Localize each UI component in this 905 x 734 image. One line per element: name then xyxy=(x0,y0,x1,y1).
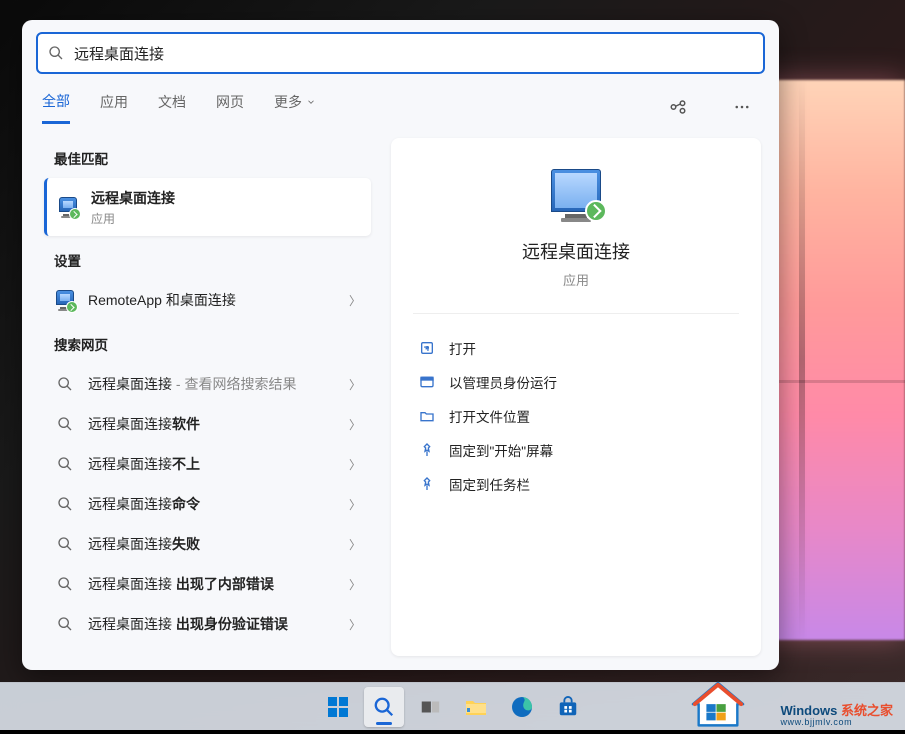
chevron-right-icon: 〉 xyxy=(349,576,361,593)
action-pin-to-taskbar[interactable]: 固定到任务栏 xyxy=(413,468,739,500)
chevron-right-icon: 〉 xyxy=(349,376,361,393)
web-result[interactable]: 远程桌面连接软件〉 xyxy=(44,404,371,444)
search-icon xyxy=(54,573,76,595)
rdp-app-icon xyxy=(57,196,79,218)
search-bar[interactable] xyxy=(36,32,765,74)
chevron-right-icon: 〉 xyxy=(349,456,361,473)
edge-icon xyxy=(510,695,534,719)
search-icon xyxy=(54,533,76,555)
best-match-text: 远程桌面连接 应用 xyxy=(91,188,361,227)
chevron-right-icon: 〉 xyxy=(349,536,361,553)
taskbar-search-button[interactable] xyxy=(364,687,404,727)
tab-more[interactable]: 更多 xyxy=(274,92,316,122)
result-label: RemoteApp 和桌面连接 xyxy=(88,290,349,310)
share-control-icon[interactable] xyxy=(661,90,695,124)
chevron-right-icon: 〉 xyxy=(349,416,361,433)
best-match-result[interactable]: 远程桌面连接 应用 xyxy=(44,178,371,236)
settings-result-remoteapp[interactable]: RemoteApp 和桌面连接 〉 xyxy=(44,280,371,320)
watermark-house-icon xyxy=(689,679,747,729)
tab-apps[interactable]: 应用 xyxy=(100,92,128,122)
action-open-file-location[interactable]: 打开文件位置 xyxy=(413,400,739,432)
detail-pane: 远程桌面连接 应用 打开 以管理员身份运行 打开文件位置 xyxy=(377,124,779,670)
section-settings: 设置 xyxy=(54,250,371,270)
taskbar-taskview-button[interactable] xyxy=(410,687,450,727)
taskbar-store-button[interactable] xyxy=(548,687,588,727)
web-result[interactable]: 远程桌面连接命令〉 xyxy=(44,484,371,524)
result-label: 远程桌面连接失败 xyxy=(88,534,349,554)
search-icon xyxy=(54,613,76,635)
action-label: 固定到"开始"屏幕 xyxy=(449,440,553,460)
chevron-right-icon: 〉 xyxy=(349,616,361,633)
wallpaper-divider-v xyxy=(799,80,805,640)
open-icon xyxy=(419,340,435,356)
web-result[interactable]: 远程桌面连接 出现身份验证错误〉 xyxy=(44,604,371,644)
search-icon xyxy=(54,413,76,435)
action-open[interactable]: 打开 xyxy=(413,332,739,364)
results-list: 最佳匹配 远程桌面连接 应用 设置 RemoteApp 和桌面连接 〉 搜索网页 xyxy=(22,124,377,670)
detail-subtitle: 应用 xyxy=(563,270,589,289)
filter-tabs: 全部 应用 文档 网页 更多 xyxy=(22,80,779,124)
folder-icon xyxy=(464,695,488,719)
search-icon xyxy=(54,453,76,475)
detail-title: 远程桌面连接 xyxy=(522,238,630,264)
taskbar xyxy=(0,682,905,730)
shield-admin-icon xyxy=(419,374,435,390)
start-search-panel: 全部 应用 文档 网页 更多 最佳匹配 远程桌面连接 应用 设置 xyxy=(22,20,779,670)
pin-icon xyxy=(419,442,435,458)
taskbar-explorer-button[interactable] xyxy=(456,687,496,727)
result-label: 远程桌面连接命令 xyxy=(88,494,349,514)
taskbar-start-button[interactable] xyxy=(318,687,358,727)
result-label: 远程桌面连接 出现了内部错误 xyxy=(88,574,349,594)
tab-docs[interactable]: 文档 xyxy=(158,92,186,122)
more-options-icon[interactable] xyxy=(725,90,759,124)
taskview-icon xyxy=(419,696,441,718)
section-web: 搜索网页 xyxy=(54,334,371,354)
detail-card: 远程桌面连接 应用 打开 以管理员身份运行 打开文件位置 xyxy=(391,138,761,656)
web-result[interactable]: 远程桌面连接不上〉 xyxy=(44,444,371,484)
chevron-down-icon xyxy=(306,97,316,107)
action-label: 打开 xyxy=(449,338,476,358)
search-icon xyxy=(54,493,76,515)
folder-icon xyxy=(419,408,435,424)
web-result[interactable]: 远程桌面连接 出现了内部错误〉 xyxy=(44,564,371,604)
search-icon xyxy=(54,373,76,395)
windows-logo-icon xyxy=(326,695,350,719)
chevron-right-icon: 〉 xyxy=(349,496,361,513)
result-label: 远程桌面连接 - 查看网络搜索结果 xyxy=(88,374,349,394)
action-run-as-admin[interactable]: 以管理员身份运行 xyxy=(413,366,739,398)
action-list: 打开 以管理员身份运行 打开文件位置 固定到"开始"屏幕 xyxy=(413,332,739,500)
result-label: 远程桌面连接不上 xyxy=(88,454,349,474)
section-best-match: 最佳匹配 xyxy=(54,148,371,168)
tab-web[interactable]: 网页 xyxy=(216,92,244,122)
search-icon xyxy=(373,696,395,718)
web-result[interactable]: 远程桌面连接 - 查看网络搜索结果〉 xyxy=(44,364,371,404)
result-label: 远程桌面连接 出现身份验证错误 xyxy=(88,614,349,634)
store-icon xyxy=(557,696,579,718)
action-label: 以管理员身份运行 xyxy=(449,372,557,392)
remoteapp-icon xyxy=(54,289,76,311)
action-label: 打开文件位置 xyxy=(449,406,530,426)
action-pin-to-start[interactable]: 固定到"开始"屏幕 xyxy=(413,434,739,466)
web-result[interactable]: 远程桌面连接失败〉 xyxy=(44,524,371,564)
detail-app-icon xyxy=(547,166,605,224)
pin-icon xyxy=(419,476,435,492)
search-input[interactable] xyxy=(74,45,753,62)
action-label: 固定到任务栏 xyxy=(449,474,530,494)
taskbar-edge-button[interactable] xyxy=(502,687,542,727)
search-icon xyxy=(48,45,64,61)
result-label: 远程桌面连接软件 xyxy=(88,414,349,434)
tab-all[interactable]: 全部 xyxy=(42,91,70,124)
chevron-right-icon: 〉 xyxy=(349,292,361,309)
